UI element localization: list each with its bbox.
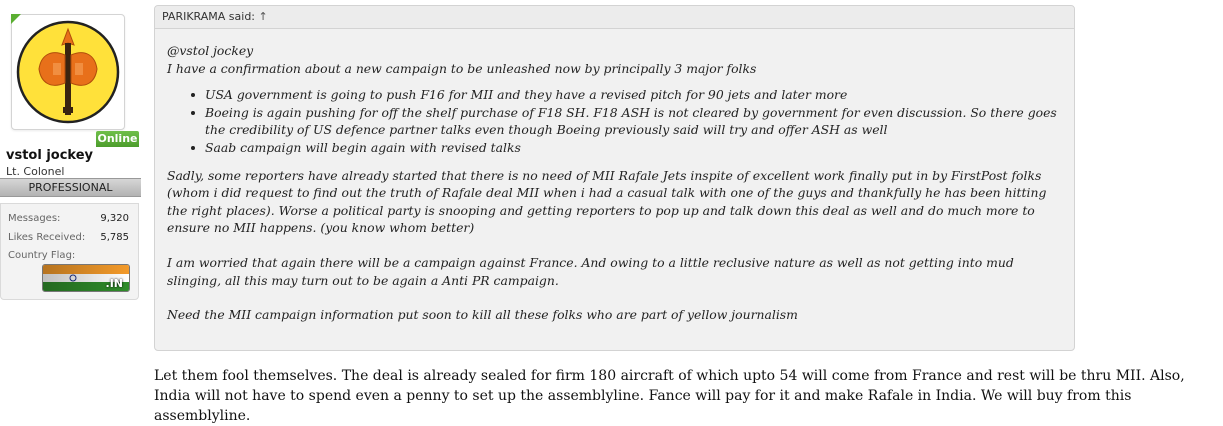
user-title: Lt. Colonel <box>6 165 65 178</box>
avatar-corner-icon <box>11 14 21 24</box>
list-item: Boeing is again pushing for off the shel… <box>167 104 1066 139</box>
username[interactable]: vstol jockey <box>6 148 93 163</box>
stat-label: Country Flag: <box>8 250 76 261</box>
stat-country: Country Flag: <box>8 250 129 261</box>
stat-label: Messages: <box>8 213 61 224</box>
quote-paragraph: Sadly, some reporters have already start… <box>167 167 1047 236</box>
stat-label[interactable]: Likes Received: <box>8 232 85 243</box>
user-stats: Messages: 9,320 Likes Received: 5,785 Co… <box>0 203 139 300</box>
quote-block: PARIKRAMA said: ↑ @vstol jockey I have a… <box>154 5 1075 351</box>
stat-value: 9,320 <box>100 213 129 224</box>
quote-author[interactable]: PARIKRAMA said: <box>162 10 255 23</box>
stat-likes: Likes Received: 5,785 <box>8 232 129 243</box>
stat-value: 5,785 <box>100 232 129 243</box>
quote-header: PARIKRAMA said: ↑ <box>155 6 1074 29</box>
quote-jump-arrow-icon[interactable]: ↑ <box>259 10 268 23</box>
rank-banner: PROFESSIONAL <box>0 178 141 197</box>
quote-paragraph: I am worried that again there will be a … <box>167 254 1014 288</box>
country-flag: .IN <box>42 264 130 292</box>
list-item: Saab campaign will begin again with revi… <box>167 139 1066 157</box>
quote-intro: I have a confirmation about a new campai… <box>167 60 757 76</box>
list-item: USA government is going to push F16 for … <box>167 86 1066 104</box>
avatar[interactable] <box>11 14 125 130</box>
user-info-panel: Online vstol jockey Lt. Colonel PROFESSI… <box>0 0 141 300</box>
axe-emblem-icon <box>16 20 120 124</box>
online-badge: Online <box>96 131 139 147</box>
quote-bullet-list: USA government is going to push F16 for … <box>167 86 1066 156</box>
quote-body: @vstol jockey I have a confirmation abou… <box>167 42 1066 324</box>
country-code: .IN <box>105 277 123 290</box>
stat-messages: Messages: 9,320 <box>8 213 129 224</box>
quote-mention[interactable]: @vstol jockey <box>167 42 1066 60</box>
post-reply-text: Let them fool themselves. The deal is al… <box>154 368 1185 424</box>
quote-paragraph: Need the MII campaign information put so… <box>167 307 798 323</box>
